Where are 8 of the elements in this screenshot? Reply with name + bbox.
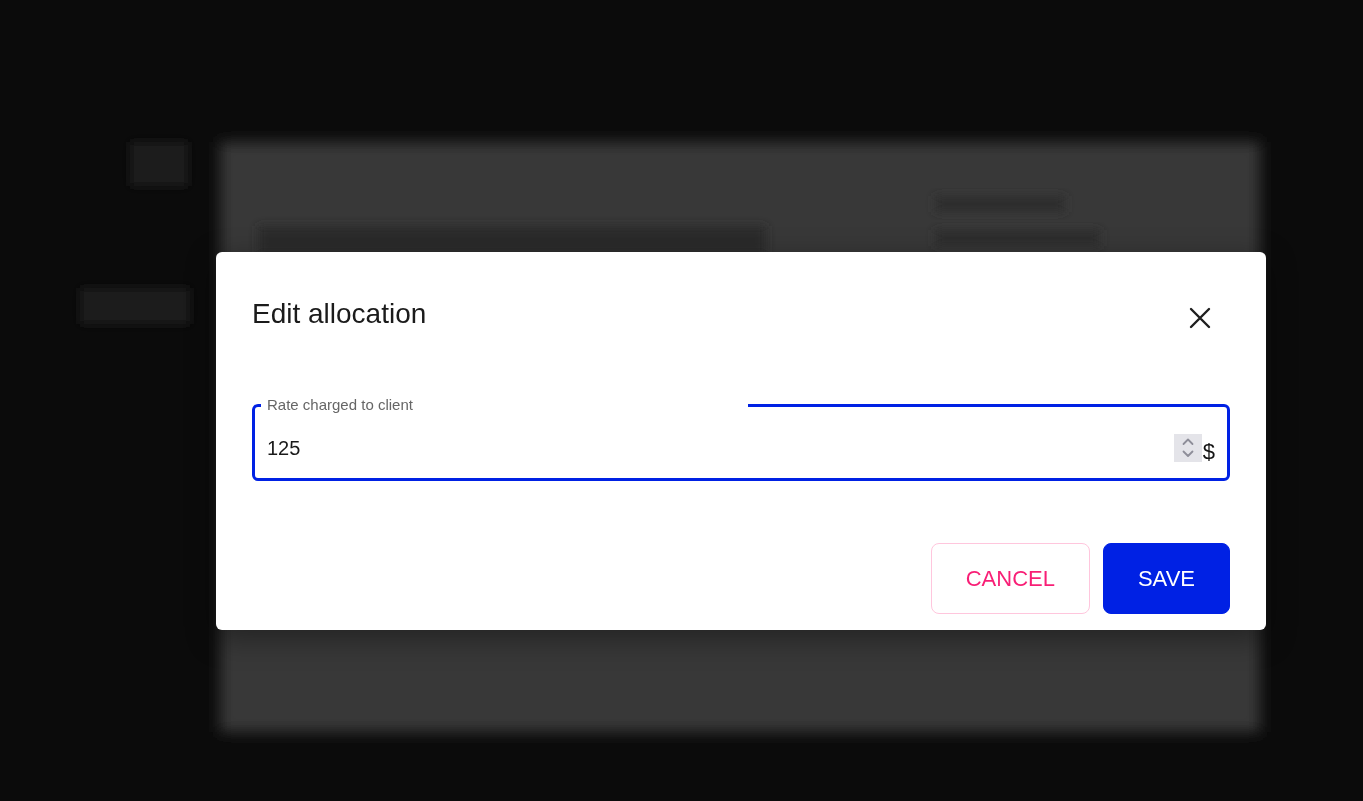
stepper-icon[interactable]	[1173, 434, 1202, 462]
rate-input[interactable]: 125	[267, 436, 1174, 460]
field-label: Rate charged to client	[267, 396, 413, 413]
close-icon	[1189, 307, 1211, 329]
currency-suffix: $	[1202, 440, 1215, 464]
save-button[interactable]: SAVE	[1102, 543, 1230, 614]
rate-input-field[interactable]: Rate charged to client 125 $	[252, 397, 1230, 481]
cancel-button[interactable]: CANCEL	[930, 543, 1090, 614]
